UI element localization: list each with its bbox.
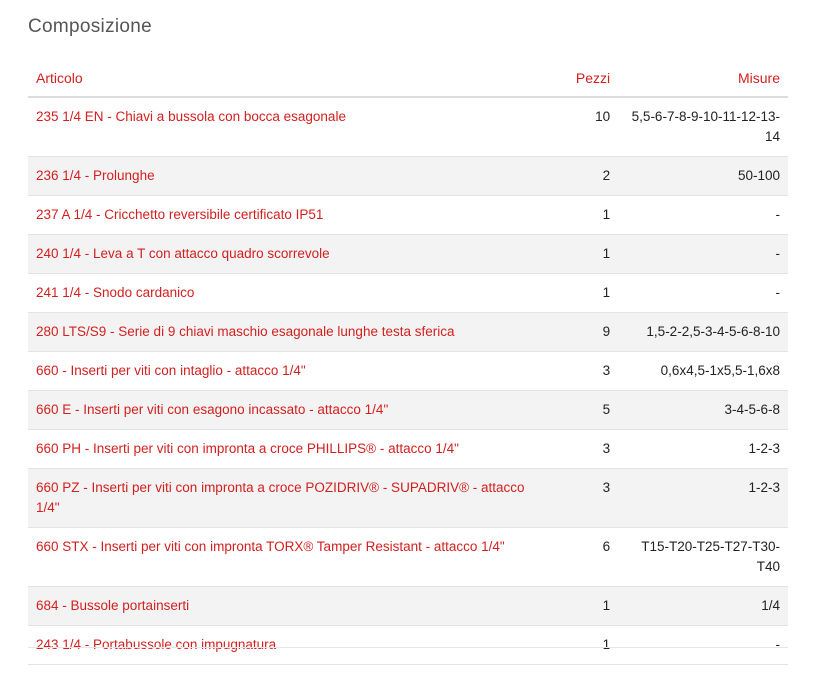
pezzi-cell: 5 — [551, 390, 619, 430]
misure-cell: 3-4-5-6-8 — [618, 390, 788, 430]
table-row: 235 1/4 EN - Chiavi a bussola con bocca … — [28, 97, 788, 157]
articolo-link[interactable]: 236 1/4 - Prolunghe — [36, 168, 155, 183]
table-row: 237 A 1/4 - Cricchetto reversibile certi… — [28, 195, 788, 235]
pezzi-cell: 10 — [551, 97, 619, 157]
table-row: 236 1/4 - Prolunghe 2 50-100 — [28, 156, 788, 196]
table-header-row: Articolo Pezzi Misure — [28, 60, 788, 98]
section-title: Composizione — [28, 16, 152, 37]
misure-cell: 1-2-3 — [618, 468, 788, 528]
header-misure: Misure — [618, 60, 788, 98]
articolo-cell: 660 STX - Inserti per viti con impronta … — [28, 527, 552, 587]
table-row: 240 1/4 - Leva a T con attacco quadro sc… — [28, 234, 788, 274]
pezzi-cell: 3 — [551, 429, 619, 469]
articolo-cell: 236 1/4 - Prolunghe — [28, 156, 552, 196]
table-row: 241 1/4 - Snodo cardanico 1 - — [28, 273, 788, 313]
articolo-link[interactable]: 660 E - Inserti per viti con esagono inc… — [36, 402, 388, 417]
articolo-cell: 280 LTS/S9 - Serie di 9 chiavi maschio e… — [28, 312, 552, 352]
pezzi-cell: 1 — [551, 586, 619, 626]
pezzi-cell: 1 — [551, 273, 619, 313]
misure-cell: - — [618, 625, 788, 665]
articolo-link[interactable]: 660 PH - Inserti per viti con impronta a… — [36, 441, 459, 456]
pezzi-cell: 1 — [551, 625, 619, 665]
table-row: 660 E - Inserti per viti con esagono inc… — [28, 390, 788, 430]
misure-cell: 0,6x4,5-1x5,5-1,6x8 — [618, 351, 788, 391]
pezzi-cell: 1 — [551, 234, 619, 274]
pezzi-cell: 3 — [551, 468, 619, 528]
articolo-cell: 235 1/4 EN - Chiavi a bussola con bocca … — [28, 97, 552, 157]
header-pezzi: Pezzi — [551, 60, 619, 98]
misure-cell: - — [618, 234, 788, 274]
articolo-cell: 660 - Inserti per viti con intaglio - at… — [28, 351, 552, 391]
articolo-link[interactable]: 280 LTS/S9 - Serie di 9 chiavi maschio e… — [36, 324, 455, 339]
bottom-divider — [28, 647, 788, 648]
table-row: 243 1/4 - Portabussole con impugnatura 1… — [28, 625, 788, 665]
articolo-cell: 660 PZ - Inserti per viti con impronta a… — [28, 468, 552, 528]
articolo-cell: 243 1/4 - Portabussole con impugnatura — [28, 625, 552, 665]
composition-table: Articolo Pezzi Misure 235 1/4 EN - Chiav… — [28, 60, 788, 665]
articolo-cell: 241 1/4 - Snodo cardanico — [28, 273, 552, 313]
misure-cell: 1,5-2-2,5-3-4-5-6-8-10 — [618, 312, 788, 352]
table-row: 660 STX - Inserti per viti con impronta … — [28, 527, 788, 587]
articolo-link[interactable]: 684 - Bussole portainserti — [36, 598, 189, 613]
pezzi-cell: 2 — [551, 156, 619, 196]
table-row: 280 LTS/S9 - Serie di 9 chiavi maschio e… — [28, 312, 788, 352]
table-row: 660 PZ - Inserti per viti con impronta a… — [28, 468, 788, 528]
articolo-cell: 237 A 1/4 - Cricchetto reversibile certi… — [28, 195, 552, 235]
articolo-link[interactable]: 241 1/4 - Snodo cardanico — [36, 285, 194, 300]
pezzi-cell: 9 — [551, 312, 619, 352]
misure-cell: - — [618, 195, 788, 235]
articolo-link[interactable]: 237 A 1/4 - Cricchetto reversibile certi… — [36, 207, 323, 222]
articolo-cell: 660 E - Inserti per viti con esagono inc… — [28, 390, 552, 430]
articolo-cell: 660 PH - Inserti per viti con impronta a… — [28, 429, 552, 469]
misure-cell: 5,5-6-7-8-9-10-11-12-13-14 — [618, 97, 788, 157]
misure-cell: 1/4 — [618, 586, 788, 626]
pezzi-cell: 3 — [551, 351, 619, 391]
composition-section: Composizione Articolo Pezzi Misure 235 1… — [0, 0, 821, 675]
misure-cell: - — [618, 273, 788, 313]
misure-cell: 1-2-3 — [618, 429, 788, 469]
articolo-link[interactable]: 235 1/4 EN - Chiavi a bussola con bocca … — [36, 109, 346, 124]
articolo-link[interactable]: 660 - Inserti per viti con intaglio - at… — [36, 363, 306, 378]
articolo-link[interactable]: 243 1/4 - Portabussole con impugnatura — [36, 637, 276, 652]
table-row: 660 - Inserti per viti con intaglio - at… — [28, 351, 788, 391]
misure-cell: T15-T20-T25-T27-T30-T40 — [618, 527, 788, 587]
table-row: 660 PH - Inserti per viti con impronta a… — [28, 429, 788, 469]
pezzi-cell: 6 — [551, 527, 619, 587]
misure-cell: 50-100 — [618, 156, 788, 196]
articolo-link[interactable]: 660 STX - Inserti per viti con impronta … — [36, 539, 505, 554]
articolo-cell: 240 1/4 - Leva a T con attacco quadro sc… — [28, 234, 552, 274]
articolo-link[interactable]: 240 1/4 - Leva a T con attacco quadro sc… — [36, 246, 330, 261]
header-articolo: Articolo — [28, 60, 552, 98]
articolo-link[interactable]: 660 PZ - Inserti per viti con impronta a… — [36, 480, 525, 515]
pezzi-cell: 1 — [551, 195, 619, 235]
table-row: 684 - Bussole portainserti 1 1/4 — [28, 586, 788, 626]
articolo-cell: 684 - Bussole portainserti — [28, 586, 552, 626]
